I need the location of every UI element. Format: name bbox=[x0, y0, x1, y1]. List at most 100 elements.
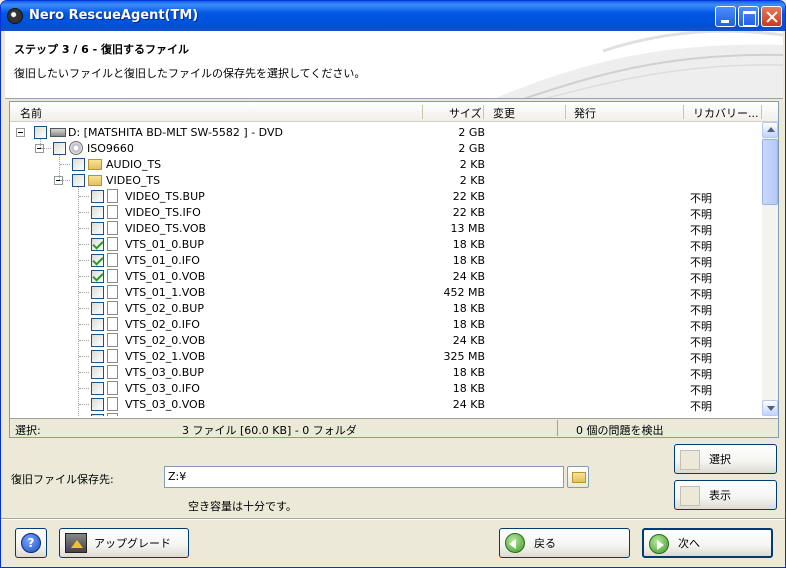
row-name: VTS_01_0.BUP bbox=[125, 238, 204, 251]
row-name: VIDEO_TS.BUP bbox=[125, 190, 205, 203]
help-icon: ? bbox=[21, 533, 41, 553]
row-checkbox[interactable] bbox=[91, 190, 104, 203]
column-created[interactable]: 発行 bbox=[574, 105, 596, 121]
title-bar: Nero RescueAgent(TM) bbox=[1, 1, 785, 31]
tree-connector bbox=[40, 139, 41, 148]
row-name: VTS_03_0.BUP bbox=[125, 366, 204, 379]
row-checkbox[interactable] bbox=[91, 270, 104, 283]
view-button[interactable]: 表示 bbox=[674, 480, 777, 510]
column-modified[interactable]: 変更 bbox=[493, 105, 515, 121]
maximize-button[interactable] bbox=[738, 6, 759, 27]
tree-connector bbox=[60, 180, 70, 181]
row-name: AUDIO_TS bbox=[106, 158, 162, 171]
tree-row[interactable]: VTS_03_0.BUP 18 KB 不明 bbox=[10, 364, 762, 381]
scroll-up-arrow-icon[interactable] bbox=[762, 122, 778, 138]
close-button[interactable] bbox=[761, 6, 782, 27]
row-name: VTS_01_0.IFO bbox=[125, 254, 200, 267]
help-button[interactable]: ? bbox=[15, 528, 47, 558]
row-checkbox[interactable] bbox=[72, 174, 85, 187]
tree-row[interactable]: VTS_02_0.IFO 18 KB 不明 bbox=[10, 316, 762, 333]
row-size: 24 KB bbox=[452, 270, 485, 283]
upgrade-button[interactable]: アップグレード bbox=[59, 528, 189, 558]
tree-connector bbox=[79, 388, 89, 389]
row-checkbox[interactable] bbox=[91, 238, 104, 251]
row-checkbox[interactable] bbox=[91, 254, 104, 267]
scroll-down-arrow-icon[interactable] bbox=[762, 400, 778, 416]
tree-row[interactable]: VTS_02_1.VOB 325 MB 不明 bbox=[10, 348, 762, 365]
row-name: VTS_01_1.VOB bbox=[125, 286, 206, 299]
folder-icon bbox=[572, 472, 586, 483]
row-size: 24 KB bbox=[452, 334, 485, 347]
file-icon bbox=[107, 381, 118, 395]
tree-row[interactable]: VIDEO_TS.VOB 13 MB 不明 bbox=[10, 220, 762, 237]
row-checkbox[interactable] bbox=[91, 206, 104, 219]
tree-row[interactable]: VTS_02_0.VOB 24 KB 不明 bbox=[10, 332, 762, 349]
row-name: VTS_02_0.BUP bbox=[125, 302, 204, 315]
tree-connector bbox=[79, 356, 89, 357]
file-icon bbox=[107, 349, 118, 363]
row-checkbox[interactable] bbox=[91, 334, 104, 347]
tree-row[interactable]: D: [MATSHITA BD-MLT SW-5582 ] - DVD 2 GB bbox=[10, 124, 762, 140]
tree-row[interactable]: VIDEO_TS.IFO 22 KB 不明 bbox=[10, 204, 762, 221]
file-icon bbox=[107, 333, 118, 347]
tree-connector bbox=[41, 148, 51, 149]
row-name: VTS_02_1.VOB bbox=[125, 350, 206, 363]
row-checkbox[interactable] bbox=[91, 366, 104, 379]
collapse-toggle-icon[interactable] bbox=[16, 128, 25, 137]
row-size: 2 GB bbox=[458, 126, 485, 139]
problem-count: 0 個の問題を検出 bbox=[576, 424, 664, 437]
tree-connector bbox=[79, 372, 89, 373]
tree-row[interactable]: VTS_02_0.BUP 18 KB 不明 bbox=[10, 300, 762, 317]
file-icon bbox=[107, 253, 118, 267]
minimize-button[interactable] bbox=[715, 6, 736, 27]
destination-path-input[interactable]: Z:¥ bbox=[164, 466, 564, 488]
browse-folder-button[interactable] bbox=[567, 466, 589, 488]
tree-row[interactable]: VTS_03_0.VOB 24 KB 不明 bbox=[10, 396, 762, 413]
step-description: 復旧したいファイルと復旧したファイルの保存先を選択してください。 bbox=[14, 67, 366, 80]
tree-rows: D: [MATSHITA BD-MLT SW-5582 ] - DVD 2 GB I… bbox=[10, 122, 762, 416]
row-checkbox[interactable] bbox=[91, 286, 104, 299]
file-tree-panel: 名前 サイズ 変更 発行 リカバリー... D: [MATSHITA BD-ML… bbox=[9, 101, 779, 438]
tree-row[interactable]: VTS_03_0.IFO 18 KB 不明 bbox=[10, 380, 762, 397]
tree-row[interactable]: VIDEO_TS 2 KB bbox=[10, 172, 762, 188]
vertical-scrollbar[interactable] bbox=[762, 122, 778, 416]
row-name: VTS_02_0.VOB bbox=[125, 334, 206, 347]
file-icon bbox=[107, 269, 118, 283]
scroll-thumb[interactable] bbox=[762, 139, 778, 205]
tree-row[interactable]: AUDIO_TS 2 KB bbox=[10, 156, 762, 172]
row-checkbox[interactable] bbox=[91, 222, 104, 235]
row-checkbox[interactable] bbox=[91, 318, 104, 331]
row-name: VTS_03_0.VOB bbox=[125, 398, 206, 411]
tree-row[interactable]: VTS_03_1.VOB 472 MB 不明 bbox=[10, 412, 762, 416]
column-name[interactable]: 名前 bbox=[20, 105, 42, 121]
row-checkbox[interactable] bbox=[72, 158, 85, 171]
select-icon bbox=[680, 450, 700, 470]
row-size: 325 MB bbox=[443, 350, 485, 363]
destination-label: 復旧ファイル保存先: bbox=[11, 473, 114, 486]
selection-status-bar: 選択: 3 ファイル [60.0 KB] - 0 フォルダ 0 個の問題を検出 bbox=[10, 418, 778, 437]
tree-row[interactable]: VTS_01_0.VOB 24 KB 不明 bbox=[10, 268, 762, 285]
tree-row[interactable]: VTS_01_0.BUP 18 KB 不明 bbox=[10, 236, 762, 253]
row-size: 18 KB bbox=[452, 238, 485, 251]
tree-row[interactable]: VIDEO_TS.BUP 22 KB 不明 bbox=[10, 188, 762, 205]
row-checkbox[interactable] bbox=[91, 414, 104, 416]
file-icon bbox=[107, 189, 118, 203]
next-button[interactable]: 次へ bbox=[642, 528, 773, 558]
row-checkbox[interactable] bbox=[91, 302, 104, 315]
tree-row[interactable]: VTS_01_1.VOB 452 MB 不明 bbox=[10, 284, 762, 301]
select-button[interactable]: 選択 bbox=[674, 444, 777, 474]
row-checkbox[interactable] bbox=[53, 142, 66, 155]
row-checkbox[interactable] bbox=[91, 398, 104, 411]
row-checkbox[interactable] bbox=[91, 350, 104, 363]
row-size: 472 MB bbox=[443, 414, 485, 416]
row-checkbox[interactable] bbox=[91, 382, 104, 395]
column-recovery[interactable]: リカバリー... bbox=[693, 105, 759, 121]
tree-row[interactable]: VTS_01_0.IFO 18 KB 不明 bbox=[10, 252, 762, 269]
column-size[interactable]: サイズ bbox=[449, 105, 482, 121]
file-icon bbox=[107, 413, 118, 416]
row-name: VTS_03_1.VOB bbox=[125, 414, 205, 416]
tree-row[interactable]: ISO9660 2 GB bbox=[10, 140, 762, 156]
row-checkbox[interactable] bbox=[34, 126, 47, 139]
tree-connector bbox=[60, 164, 70, 165]
back-button[interactable]: 戻る bbox=[499, 528, 630, 558]
